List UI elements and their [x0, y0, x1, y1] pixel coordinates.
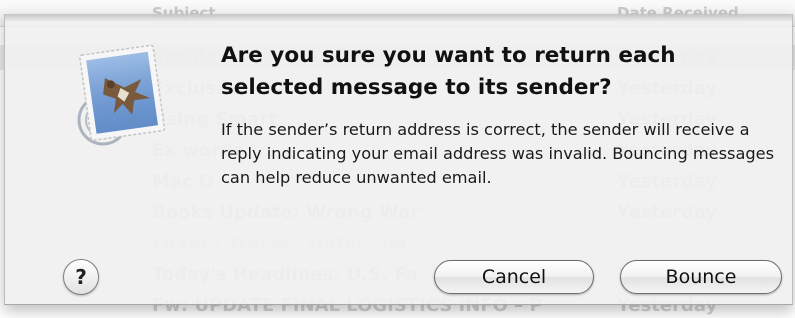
bounce-alert-sheet: Are you sure you want to return each sel… [4, 14, 793, 305]
alert-message: If the sender’s return address is correc… [221, 120, 775, 187]
bounce-button[interactable]: Bounce [620, 260, 782, 294]
alert-title: Are you sure you want to return each sel… [221, 43, 676, 100]
help-button[interactable]: ? [63, 259, 99, 295]
cancel-button[interactable]: Cancel [434, 260, 594, 294]
mail-hawk-stamp-icon [77, 44, 166, 146]
